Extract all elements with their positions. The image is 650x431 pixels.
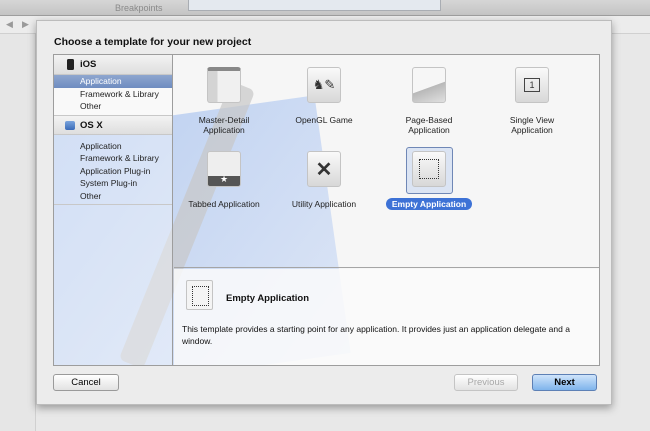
new-project-sheet: Choose a template for your new project i…: [36, 20, 612, 405]
sidebar-item-osx-application[interactable]: Application: [54, 140, 172, 153]
breakpoints-label[interactable]: Breakpoints: [115, 3, 163, 13]
template-tabbed[interactable]: ★ Tabbed Application: [174, 151, 274, 209]
sidebar-item-ios-other[interactable]: Other: [54, 100, 172, 113]
template-page-based[interactable]: Page-Based Application: [379, 67, 479, 135]
sidebar-item-osx-app-plugin[interactable]: Application Plug-in: [54, 165, 172, 178]
opengl-game-icon: ♞✎: [307, 67, 341, 103]
sidebar-item-ios-application[interactable]: Application: [54, 75, 172, 88]
template-single-view[interactable]: 1 Single View Application: [482, 67, 582, 135]
template-opengl-game[interactable]: ♞✎ OpenGL Game: [274, 67, 374, 125]
mac-icon: [65, 120, 75, 130]
previous-button[interactable]: Previous: [454, 374, 518, 391]
sidebar-section-osx: OS X: [54, 114, 172, 135]
platform-sidebar: iOS Application Framework & Library Othe…: [54, 55, 173, 365]
template-grid: Master-Detail Application ♞✎ OpenGL Game …: [174, 55, 599, 268]
description-text: This template provides a starting point …: [182, 324, 570, 346]
dialog-title: Choose a template for your new project: [54, 36, 252, 48]
xcode-toolbar: Breakpoints: [0, 0, 650, 16]
sidebar-item-osx-framework[interactable]: Framework & Library: [54, 152, 172, 165]
template-utility[interactable]: ✕ Utility Application: [274, 151, 374, 209]
activity-view: [188, 0, 441, 11]
iphone-icon: [67, 59, 74, 70]
utility-icon: ✕: [307, 151, 341, 187]
back-arrow-icon[interactable]: ◀: [6, 19, 13, 30]
template-chooser: iOS Application Framework & Library Othe…: [53, 54, 600, 366]
template-master-detail[interactable]: Master-Detail Application: [174, 67, 274, 135]
empty-app-icon: [412, 151, 446, 187]
cancel-button[interactable]: Cancel: [53, 374, 119, 391]
navigator-area: [0, 34, 36, 431]
tabbed-icon: ★: [207, 151, 241, 187]
sidebar-item-osx-other[interactable]: Other: [54, 190, 172, 203]
sidebar-item-ios-framework[interactable]: Framework & Library: [54, 88, 172, 101]
forward-arrow-icon[interactable]: ▶: [22, 19, 29, 30]
single-view-icon: 1: [515, 67, 549, 103]
next-button[interactable]: Next: [532, 374, 597, 391]
template-empty-application[interactable]: Empty Application: [379, 147, 479, 210]
master-detail-icon: [207, 67, 241, 103]
empty-app-icon: [186, 280, 213, 310]
description-title: Empty Application: [226, 293, 310, 304]
template-description: Empty Application This template provides…: [174, 269, 599, 365]
sidebar-section-ios: iOS: [54, 55, 172, 75]
sidebar-item-osx-system-plugin[interactable]: System Plug-in: [54, 177, 172, 190]
page-based-icon: [412, 67, 446, 103]
